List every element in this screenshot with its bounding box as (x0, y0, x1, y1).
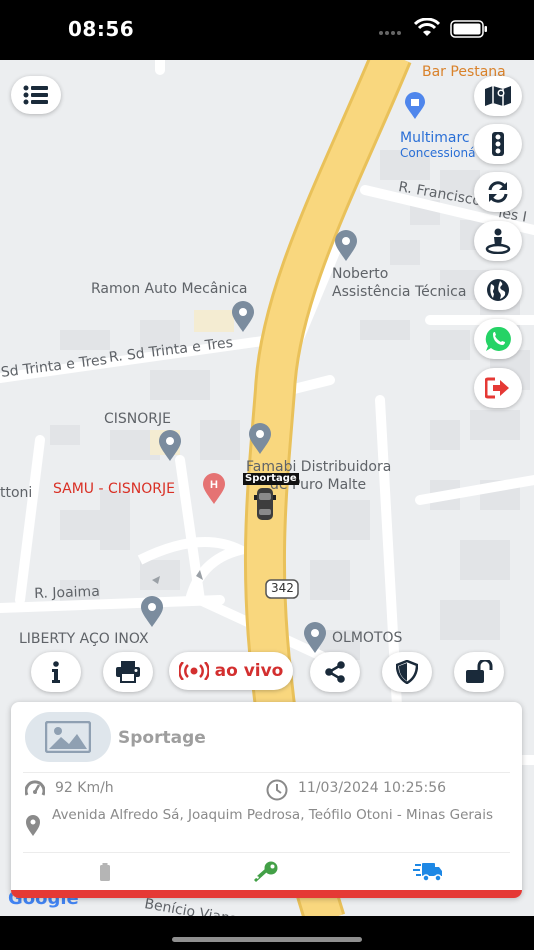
vehicle-marker-icon[interactable] (254, 487, 276, 521)
poi-label: Assistência Técnica (332, 284, 467, 300)
shield-icon (396, 660, 418, 684)
whatsapp-button[interactable] (474, 319, 522, 359)
poi-label: SAMU - CISNORJE (53, 481, 175, 497)
moving-truck-icon (413, 863, 442, 882)
cellular-signal-icon (379, 31, 401, 35)
battery-icon (100, 863, 110, 881)
logout-icon (485, 377, 509, 399)
print-button[interactable] (103, 652, 153, 692)
status-time: 08:56 (68, 17, 135, 41)
status-accent-bar (11, 890, 522, 898)
home-indicator-bar (0, 916, 534, 950)
place-pin-icon[interactable] (303, 622, 327, 654)
street-label: ttoni (0, 485, 33, 501)
poi-label: OLMOTOS (332, 630, 403, 646)
vehicle-info-card[interactable]: Sportage 92 Km/h 11/03/2024 10:25:56 Ave… (11, 702, 522, 898)
logout-button[interactable] (474, 368, 522, 408)
globe-button[interactable] (474, 270, 522, 310)
place-pin-icon[interactable] (231, 301, 255, 333)
shopping-pin-icon[interactable] (404, 92, 426, 120)
vehicle-photo (25, 712, 111, 762)
ignition-key-icon (254, 861, 278, 882)
list-icon (23, 85, 48, 105)
info-icon (52, 661, 60, 683)
image-placeholder-icon (45, 721, 91, 753)
street-view-button[interactable] (474, 221, 522, 261)
menu-button[interactable] (11, 76, 61, 114)
printer-icon (116, 661, 140, 683)
street-label: R. Joaima (34, 583, 101, 602)
poi-label: Ramon Auto Mecânica (91, 281, 248, 297)
refresh-button[interactable] (474, 172, 522, 212)
clock-icon (266, 779, 288, 801)
live-label: ao vivo (214, 661, 284, 681)
whatsapp-icon (485, 326, 511, 351)
vehicle-address: Avenida Alfredo Sá, Joaquim Pedrosa, Teó… (52, 807, 493, 823)
vehicle-speed: 92 Km/h (55, 780, 114, 796)
hospital-pin-icon[interactable]: H (202, 473, 226, 505)
poi-label: CISNORJE (104, 411, 171, 427)
poi-label: Multimarc (400, 130, 470, 146)
share-icon (325, 661, 345, 683)
status-bar: 08:56 (0, 0, 534, 60)
anti-theft-button[interactable] (382, 652, 432, 692)
refresh-icon (488, 181, 508, 203)
info-button[interactable] (31, 652, 81, 692)
poi-label: Concessioná (400, 146, 476, 160)
traffic-button[interactable] (474, 124, 522, 164)
globe-icon (487, 279, 509, 301)
map-icon (485, 86, 511, 106)
unlock-icon (466, 660, 493, 683)
traffic-light-icon (492, 132, 504, 156)
place-pin-icon[interactable] (158, 430, 182, 462)
speedometer-icon (25, 780, 45, 796)
place-pin-icon[interactable] (248, 423, 272, 455)
place-pin-icon[interactable] (140, 596, 164, 628)
unlock-button[interactable] (454, 652, 504, 692)
vehicle-name: Sportage (118, 728, 206, 748)
poi-label: Noberto (332, 266, 389, 282)
poi-label: LIBERTY AÇO INOX (19, 631, 149, 647)
map-layers-button[interactable] (474, 76, 522, 116)
person-pin-icon (485, 228, 511, 254)
wifi-icon (414, 18, 440, 36)
svg-text:H: H (210, 479, 218, 491)
vehicle-tag: Sportage (243, 473, 299, 485)
live-broadcast-icon (178, 662, 209, 680)
home-indicator[interactable] (172, 937, 362, 942)
divider (23, 852, 510, 853)
share-button[interactable] (310, 652, 360, 692)
live-button[interactable]: ao vivo (169, 652, 293, 690)
location-pin-icon (26, 815, 40, 836)
place-pin-icon[interactable] (334, 230, 358, 262)
route-number: 342 (271, 581, 294, 595)
divider (23, 772, 510, 773)
last-update-timestamp: 11/03/2024 10:25:56 (298, 780, 447, 796)
battery-status-icon (450, 20, 487, 38)
